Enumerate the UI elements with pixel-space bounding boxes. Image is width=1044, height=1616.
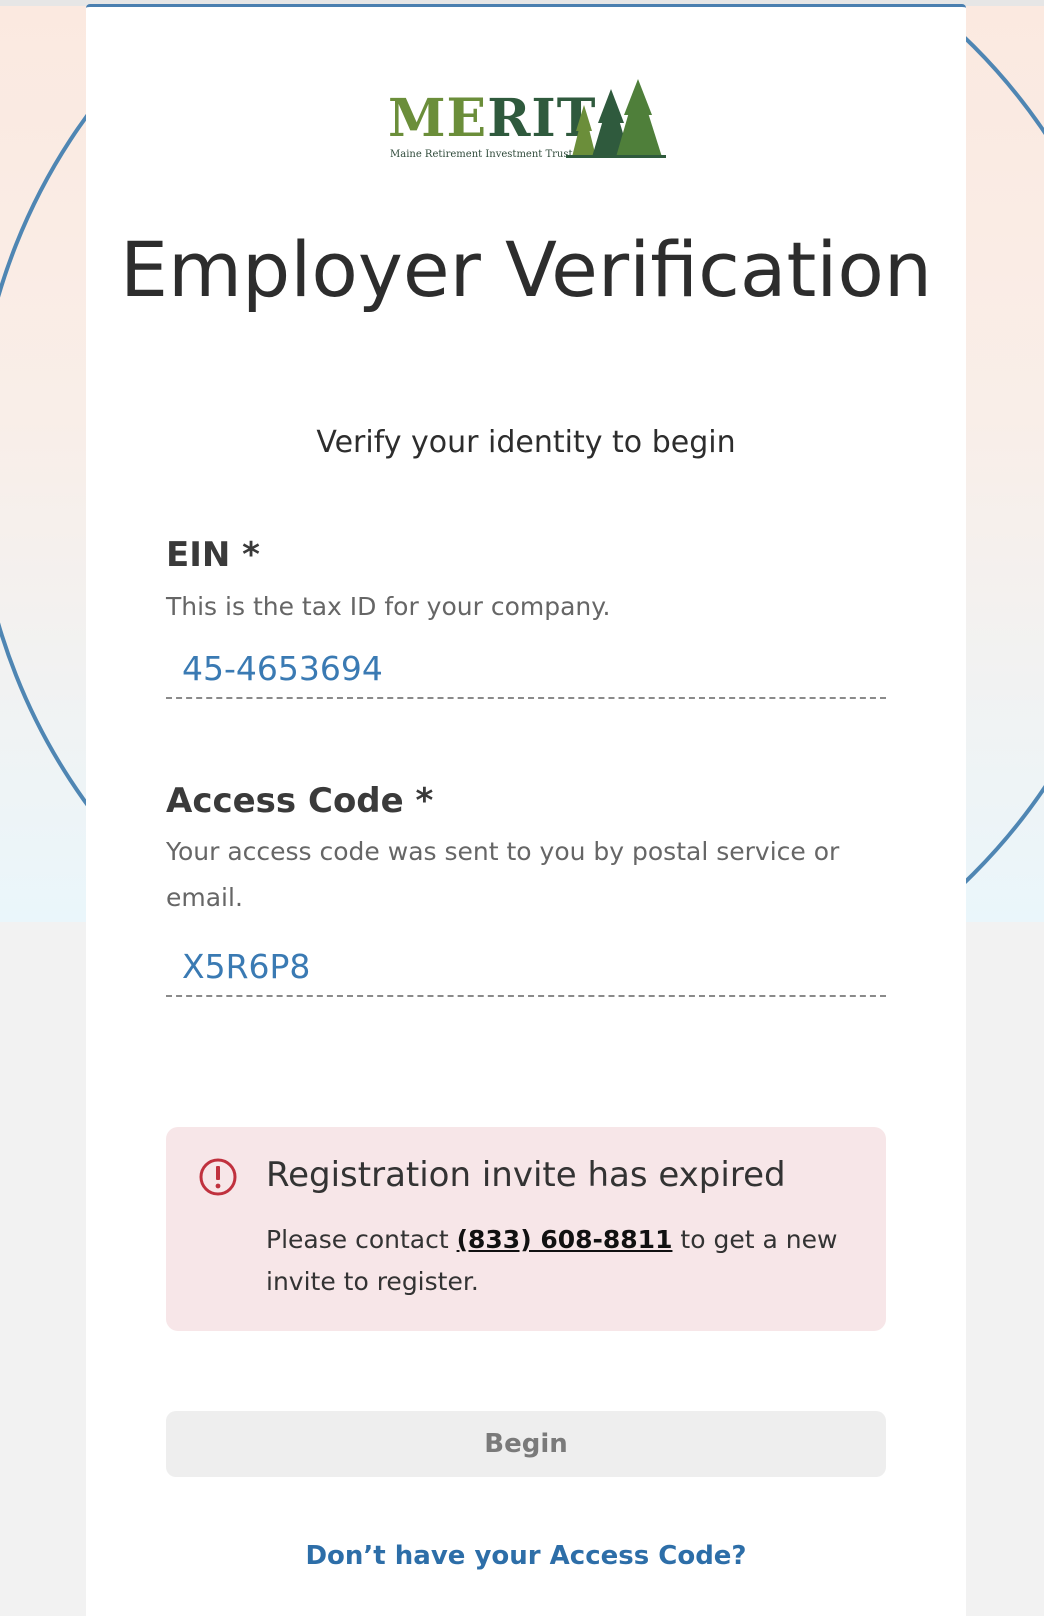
alert-title: Registration invite has expired — [266, 1155, 786, 1195]
merit-logo: MERIT Maine Retirement Investment Trust — [388, 79, 666, 160]
access-code-label: Access Code * — [166, 781, 434, 821]
alert-circle-icon — [199, 1158, 237, 1196]
logo-tagline: Maine Retirement Investment Trust — [390, 149, 573, 160]
alert-body: Please contact (833) 608-8811 to get a n… — [266, 1225, 838, 1296]
ein-help-text: This is the tax ID for your company. — [166, 592, 611, 621]
ein-label: EIN * — [166, 535, 260, 575]
access-code-help-text: Your access code was sent to you by post… — [166, 837, 840, 912]
ein-input[interactable] — [166, 639, 886, 699]
verification-card: MERIT Maine Retirement Investment Trust … — [86, 4, 966, 1616]
error-alert: Registration invite has expired Please c… — [166, 1127, 886, 1331]
access-code-input[interactable] — [166, 937, 886, 997]
pine-trees-icon — [566, 79, 666, 158]
missing-access-code-link[interactable]: Don’t have your Access Code? — [86, 1541, 966, 1571]
begin-button[interactable]: Begin — [166, 1411, 886, 1477]
support-phone-link[interactable]: (833) 608-8811 — [457, 1225, 673, 1254]
page-subtitle: Verify your identity to begin — [316, 425, 736, 460]
page-title: Employer Verification — [119, 225, 933, 314]
